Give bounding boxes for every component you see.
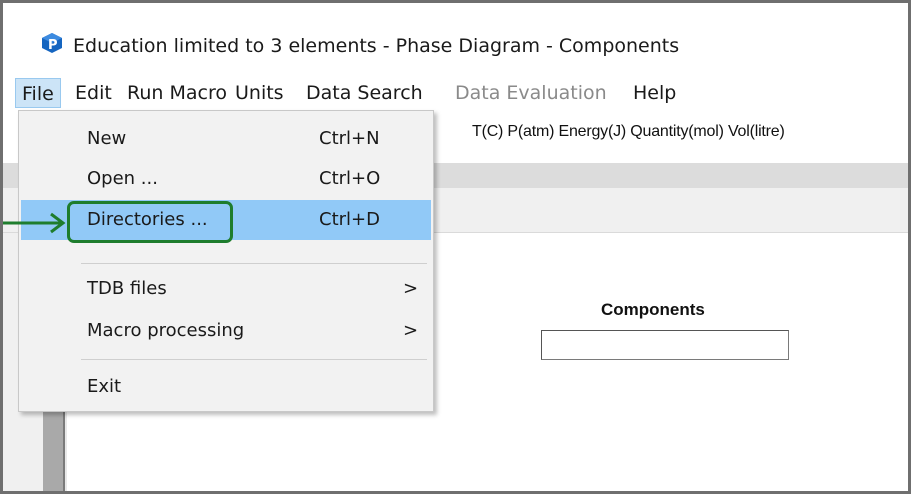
menu-separator xyxy=(81,263,427,264)
menu-item-label: Macro processing xyxy=(87,320,245,341)
svg-text:P: P xyxy=(48,38,58,53)
menu-data-evaluation: Data Evaluation xyxy=(455,82,607,104)
menu-data-search[interactable]: Data Search xyxy=(300,78,429,108)
menu-item-shortcut: Ctrl+N xyxy=(319,128,380,149)
application-window: P Education limited to 3 elements - Phas… xyxy=(0,0,911,494)
menu-item-label: New xyxy=(87,128,127,149)
menu-bar: File Edit Run Macro Units Data Search Da… xyxy=(3,78,908,108)
annotation-arrow-icon xyxy=(3,212,66,234)
menu-item-shortcut: Ctrl+D xyxy=(319,209,380,230)
file-dropdown-menu: New Ctrl+N Open ... Ctrl+O Directories .… xyxy=(18,110,434,412)
menu-item-open[interactable]: Open ... Ctrl+O xyxy=(21,159,431,199)
menu-run-macro[interactable]: Run Macro xyxy=(121,78,233,108)
submenu-arrow-icon: > xyxy=(403,320,419,341)
components-input[interactable] xyxy=(541,330,789,360)
menu-item-new[interactable]: New Ctrl+N xyxy=(21,119,431,159)
menu-item-label: Exit xyxy=(87,376,122,397)
menu-item-shortcut: Ctrl+O xyxy=(319,168,381,189)
window-title: Education limited to 3 elements - Phase … xyxy=(73,35,680,57)
menu-item-label: Open ... xyxy=(87,168,158,189)
menu-item-tdb-files[interactable]: TDB files > xyxy=(21,269,431,309)
menu-edit[interactable]: Edit xyxy=(69,78,118,108)
annotation-highlight-box xyxy=(67,201,233,243)
menu-file[interactable]: File xyxy=(15,78,61,108)
menu-item-exit[interactable]: Exit xyxy=(21,367,431,407)
units-display: T(C) P(atm) Energy(J) Quantity(mol) Vol(… xyxy=(472,123,785,140)
p-logo-icon: P xyxy=(42,33,62,53)
menu-help[interactable]: Help xyxy=(627,78,682,108)
menu-item-macro-processing[interactable]: Macro processing > xyxy=(21,311,431,351)
menu-item-label: TDB files xyxy=(87,278,167,299)
menu-separator xyxy=(81,359,427,360)
components-label: Components xyxy=(601,300,705,319)
submenu-arrow-icon: > xyxy=(403,278,419,299)
menu-units[interactable]: Units xyxy=(229,78,290,108)
